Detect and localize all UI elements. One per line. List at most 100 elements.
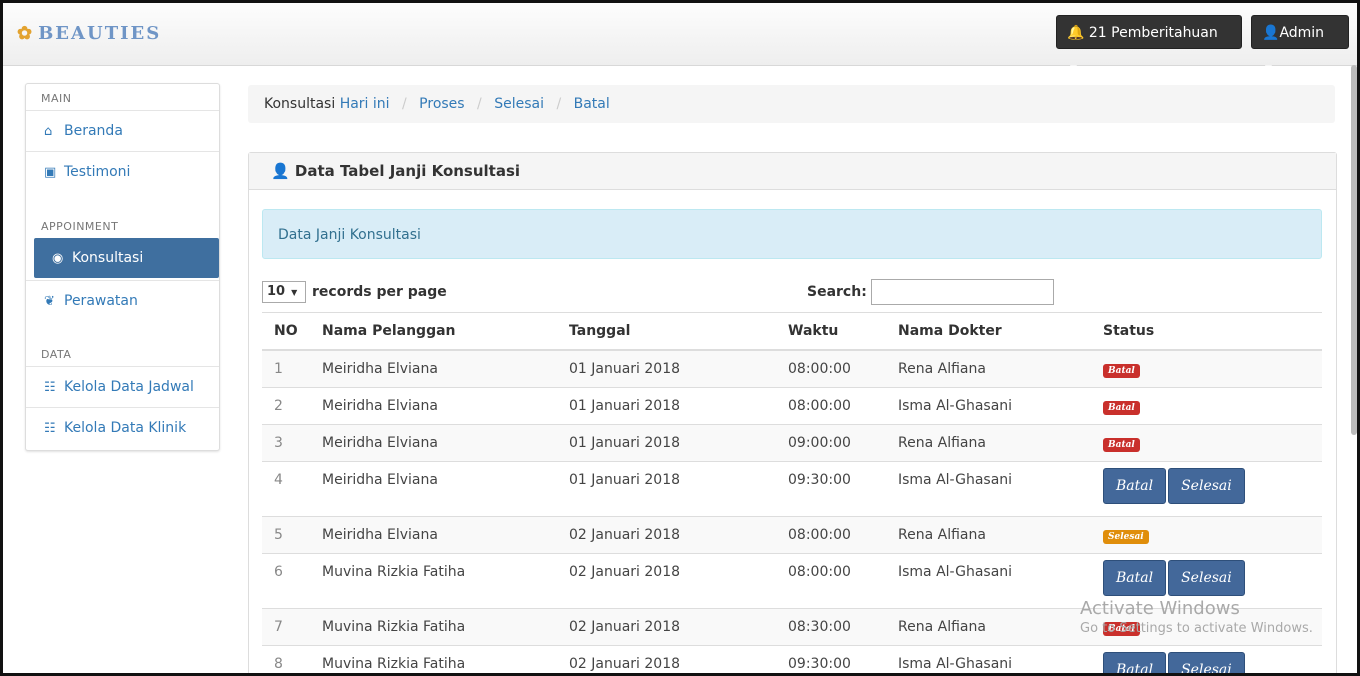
- panel-heading: 👤 Data Tabel Janji Konsultasi: [249, 153, 1336, 190]
- cell-nama-dokter: Isma Al-Ghasani: [886, 553, 1091, 608]
- sidebar-item-beranda[interactable]: ⌂Beranda: [26, 110, 219, 150]
- status-badge: Selesai: [1103, 530, 1149, 544]
- cell-status: BatalSelesai: [1091, 645, 1322, 676]
- breadcrumb-link-hari-ini[interactable]: Hari ini: [340, 96, 390, 112]
- selesai-button[interactable]: Selesai: [1168, 560, 1245, 596]
- sidebar-item-label: Kelola Data Klinik: [64, 420, 186, 436]
- cell-tanggal: 02 Januari 2018: [557, 608, 776, 645]
- status-badge: Batal: [1103, 622, 1140, 636]
- breadcrumb: Konsultasi Hari ini / Proses / Selesai /…: [248, 85, 1335, 123]
- cell-no: 6: [262, 553, 310, 608]
- breadcrumb-separator: /: [402, 96, 407, 112]
- cell-nama-dokter: Isma Al-Ghasani: [886, 645, 1091, 676]
- records-length-control: 10▼ records per page: [262, 281, 447, 303]
- cell-nama-pelanggan: Meiridha Elviana: [310, 424, 557, 461]
- search-control: Search:: [807, 279, 1054, 305]
- cell-waktu: 08:00:00: [776, 553, 886, 608]
- batal-button[interactable]: Batal: [1103, 560, 1166, 596]
- table-row: 1 Meiridha Elviana 01 Januari 2018 08:00…: [262, 350, 1322, 387]
- cell-no: 3: [262, 424, 310, 461]
- cell-nama-dokter: Rena Alfiana: [886, 516, 1091, 553]
- breadcrumb-link-batal[interactable]: Batal: [574, 96, 610, 112]
- cell-status: Batal: [1091, 350, 1322, 387]
- column-header-status[interactable]: Status: [1091, 313, 1322, 351]
- sidebar-heading-data: DATA: [41, 348, 71, 361]
- cell-tanggal: 02 Januari 2018: [557, 645, 776, 676]
- search-input[interactable]: [871, 279, 1054, 305]
- cell-status: Batal: [1091, 608, 1322, 645]
- records-per-page-label: records per page: [312, 284, 447, 300]
- home-icon: ⌂: [44, 112, 60, 152]
- cell-waktu: 09:30:00: [776, 461, 886, 516]
- column-header-tanggal[interactable]: Tanggal: [557, 313, 776, 351]
- dropdown-arrow-icon: ▼: [291, 288, 297, 297]
- table-header-row: NO Nama Pelanggan Tanggal Waktu Nama Dok…: [262, 313, 1322, 351]
- sidebar-heading-appoinment: APPOINMENT: [41, 220, 118, 233]
- cell-status: Batal: [1091, 387, 1322, 424]
- notifications-dropdown-button[interactable]: 🔔 21 Pemberitahuan ▼: [1056, 15, 1242, 49]
- top-navbar: ✿Beauties 🔔 21 Pemberitahuan ▼ 👤Admin ▼: [3, 3, 1357, 66]
- column-header-waktu[interactable]: Waktu: [776, 313, 886, 351]
- column-header-no[interactable]: NO: [262, 313, 310, 351]
- sidebar-item-testimoni[interactable]: ▣Testimoni: [26, 151, 219, 191]
- breadcrumb-separator: /: [477, 96, 482, 112]
- brand-logo[interactable]: ✿Beauties: [17, 23, 161, 44]
- admin-label: Admin: [1279, 25, 1324, 41]
- cell-tanggal: 01 Januari 2018: [557, 461, 776, 516]
- search-label: Search:: [807, 284, 867, 300]
- cell-nama-dokter: Rena Alfiana: [886, 424, 1091, 461]
- vertical-scrollbar[interactable]: [1351, 65, 1357, 435]
- eye-icon: ◉: [52, 239, 68, 279]
- table-row: 7 Muvina Rizkia Fatiha 02 Januari 2018 0…: [262, 608, 1322, 645]
- cell-waktu: 09:30:00: [776, 645, 886, 676]
- data-panel: 👤 Data Tabel Janji Konsultasi Data Janji…: [248, 152, 1337, 676]
- selesai-button[interactable]: Selesai: [1168, 468, 1245, 504]
- breadcrumb-link-proses[interactable]: Proses: [419, 96, 464, 112]
- admin-dropdown-button[interactable]: 👤Admin ▼: [1251, 15, 1349, 49]
- batal-button[interactable]: Batal: [1103, 468, 1166, 504]
- sidebar-item-label: Perawatan: [64, 293, 138, 309]
- status-badge: Batal: [1103, 364, 1140, 378]
- cell-no: 5: [262, 516, 310, 553]
- cell-nama-pelanggan: Meiridha Elviana: [310, 461, 557, 516]
- cell-waktu: 08:00:00: [776, 387, 886, 424]
- sidebar-item-konsultasi[interactable]: ◉Konsultasi: [34, 238, 219, 278]
- selesai-button[interactable]: Selesai: [1168, 652, 1245, 676]
- column-header-nama-pelanggan[interactable]: Nama Pelanggan: [310, 313, 557, 351]
- cell-waktu: 08:00:00: [776, 350, 886, 387]
- caret-down-icon: ▼: [1265, 64, 1272, 74]
- sidebar-item-kelola-data-jadwal[interactable]: ☷Kelola Data Jadwal: [26, 366, 219, 406]
- sidebar-item-label: Kelola Data Jadwal: [64, 379, 194, 395]
- cell-tanggal: 02 Januari 2018: [557, 553, 776, 608]
- info-alert: Data Janji Konsultasi: [262, 209, 1322, 259]
- cell-status: BatalSelesai: [1091, 553, 1322, 608]
- column-header-nama-dokter[interactable]: Nama Dokter: [886, 313, 1091, 351]
- cell-tanggal: 01 Januari 2018: [557, 424, 776, 461]
- cell-nama-pelanggan: Meiridha Elviana: [310, 350, 557, 387]
- breadcrumb-separator: /: [556, 96, 561, 112]
- table-row: 4 Meiridha Elviana 01 Januari 2018 09:30…: [262, 461, 1322, 516]
- cell-no: 2: [262, 387, 310, 424]
- list-icon: ☷: [44, 409, 60, 449]
- user-icon: 👤: [1262, 25, 1279, 41]
- cell-tanggal: 01 Januari 2018: [557, 387, 776, 424]
- cell-status: Batal: [1091, 424, 1322, 461]
- cell-nama-pelanggan: Muvina Rizkia Fatiha: [310, 645, 557, 676]
- cell-nama-dokter: Rena Alfiana: [886, 350, 1091, 387]
- sidebar-item-label: Konsultasi: [72, 250, 143, 266]
- sidebar-item-perawatan[interactable]: ❦Perawatan: [26, 280, 219, 320]
- inbox-icon: ▣: [44, 153, 60, 193]
- cell-nama-pelanggan: Muvina Rizkia Fatiha: [310, 553, 557, 608]
- table-row: 8 Muvina Rizkia Fatiha 02 Januari 2018 0…: [262, 645, 1322, 676]
- cell-nama-pelanggan: Muvina Rizkia Fatiha: [310, 608, 557, 645]
- cell-nama-dokter: Isma Al-Ghasani: [886, 461, 1091, 516]
- cell-tanggal: 01 Januari 2018: [557, 350, 776, 387]
- breadcrumb-link-selesai[interactable]: Selesai: [494, 96, 544, 112]
- caret-down-icon: ▼: [1070, 64, 1077, 74]
- table-row: 3 Meiridha Elviana 01 Januari 2018 09:00…: [262, 424, 1322, 461]
- sidebar-item-kelola-data-klinik[interactable]: ☷Kelola Data Klinik: [26, 407, 219, 447]
- cell-no: 4: [262, 461, 310, 516]
- batal-button[interactable]: Batal: [1103, 652, 1166, 676]
- cell-nama-pelanggan: Meiridha Elviana: [310, 387, 557, 424]
- records-per-page-select[interactable]: 10▼: [262, 281, 306, 303]
